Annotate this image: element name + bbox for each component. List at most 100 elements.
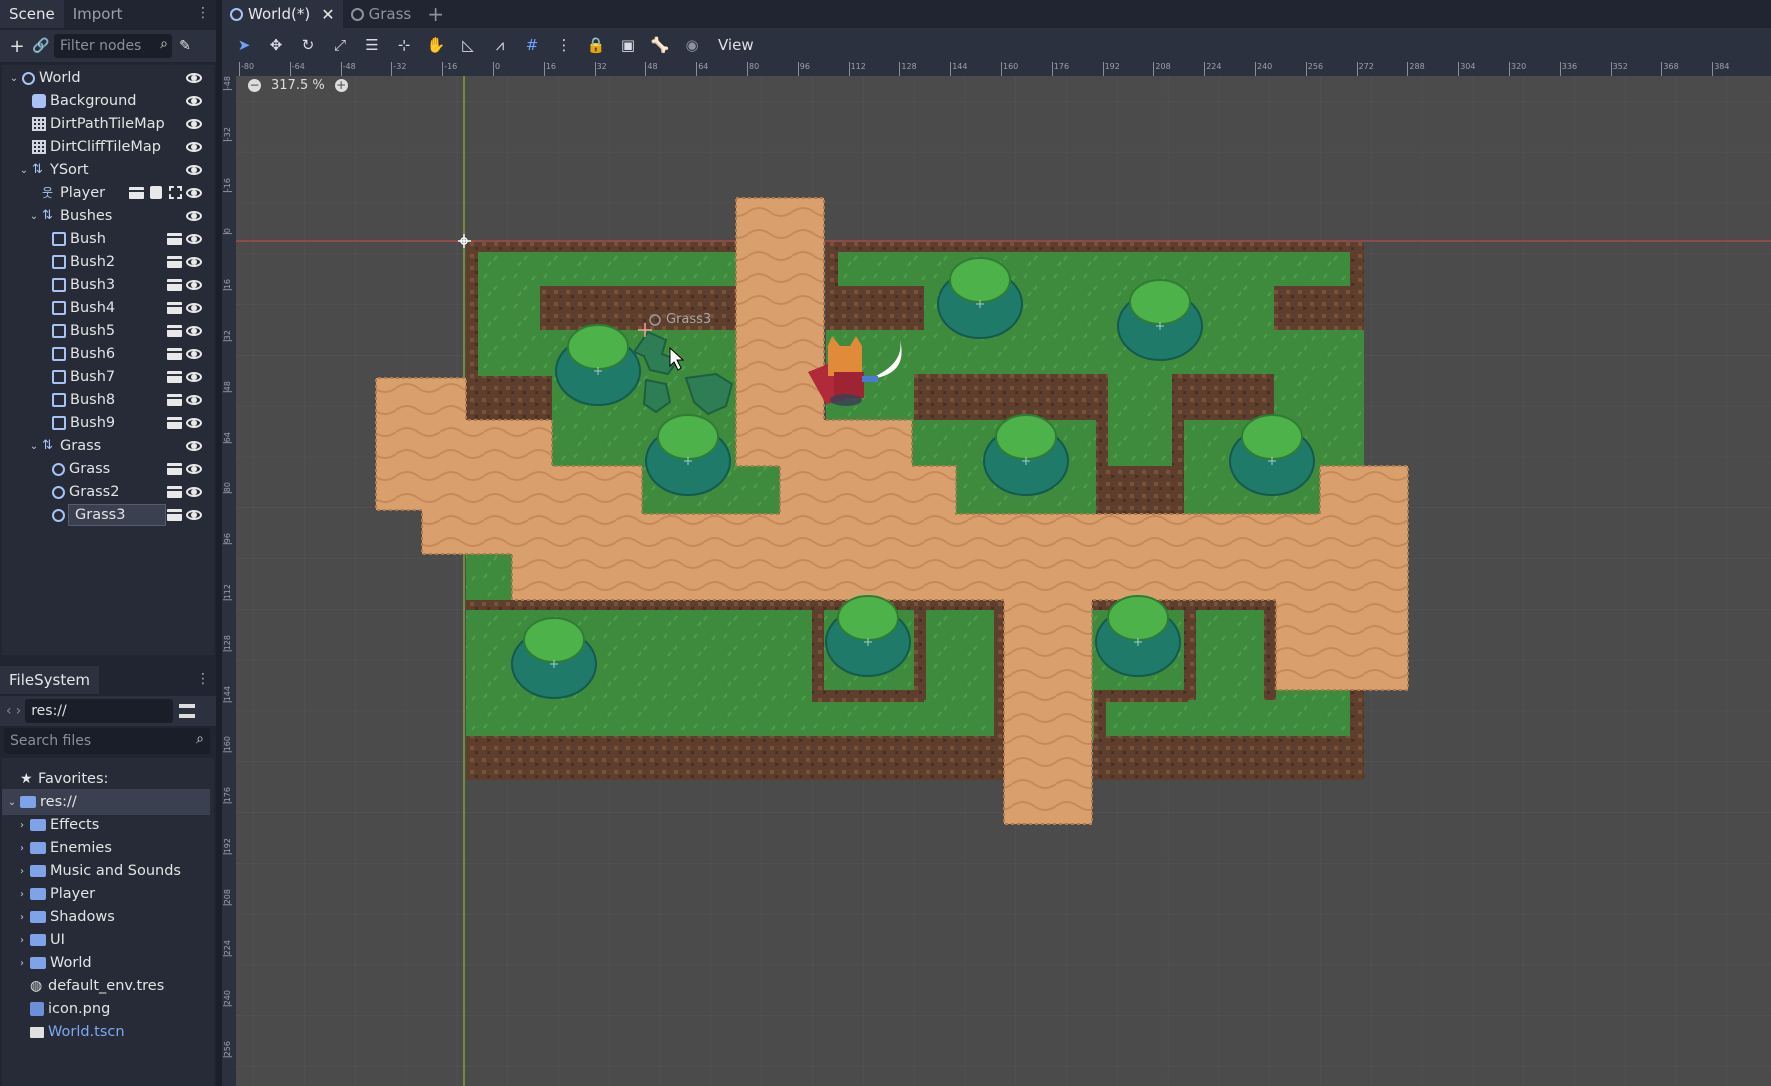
visibility-eye-icon[interactable] [186,464,202,474]
instance-icon[interactable] [167,371,182,383]
visibility-eye-icon[interactable] [186,119,202,129]
staticbody-icon [52,324,66,338]
expand-caret-icon[interactable]: ⌄ [28,441,40,452]
filter-nodes-input[interactable]: Filter nodes ⌕ [54,34,172,58]
ruler-label: 256 [223,1041,232,1058]
ruler-label: 16 [223,279,232,291]
visibility-eye-icon[interactable] [186,349,202,359]
visibility-eye-icon[interactable] [186,96,202,106]
snap-options-icon[interactable]: ⋮ [550,31,578,59]
instance-icon[interactable] [167,394,182,406]
expand-caret-icon[interactable]: › [16,889,28,900]
link-icon[interactable]: 🔗 [30,35,52,57]
view-menu[interactable]: View [710,36,762,54]
instance-icon[interactable] [167,256,182,268]
scene-tree-item-label: YSort [50,162,89,178]
ruler-label: 112 [850,62,866,71]
group-icon[interactable]: ▣ [614,31,642,59]
instance-icon[interactable] [167,463,182,475]
visibility-eye-icon[interactable] [186,188,202,198]
tab-filesystem[interactable]: FileSystem [0,666,100,694]
file-tree-item[interactable]: World.tscn [2,1019,214,1045]
ruler-label: 320 [1511,62,1527,71]
scene-tab-world[interactable]: World(*) ✕ [222,0,343,28]
split-mode-icon[interactable] [179,704,196,718]
new-tab-icon[interactable]: + [427,2,444,26]
folder-icon [30,842,46,854]
rotate-tool-icon[interactable]: ↻ [294,31,322,59]
instance-icon[interactable] [167,486,182,498]
expand-caret-icon[interactable]: › [16,912,28,923]
lock-icon[interactable]: 🔒 [582,31,610,59]
ruler-tool-icon[interactable]: ◺ [454,31,482,59]
visibility-eye-icon[interactable] [186,165,202,175]
close-icon[interactable]: ✕ [321,5,334,24]
expand-caret-icon[interactable]: ⌄ [28,211,40,222]
expand-caret-icon[interactable]: › [16,843,28,854]
scale-tool-icon[interactable]: ⤢ [326,31,354,59]
expand-caret-icon[interactable]: › [16,935,28,946]
ruler-label: 224 [1206,62,1222,71]
expand-caret-icon[interactable]: ⌄ [6,797,18,808]
script-icon[interactable] [150,186,162,199]
forward-icon[interactable]: › [16,703,22,719]
visibility-eye-icon[interactable] [186,257,202,267]
zoom-level[interactable]: 317.5 % [271,78,325,93]
grid-snap-icon[interactable]: # [518,31,546,59]
visibility-eye-icon[interactable] [186,142,202,152]
viewport[interactable]: Grass3 − 317.5 % + [236,76,1771,1086]
visibility-eye-icon[interactable] [186,487,202,497]
instance-icon[interactable] [129,187,144,199]
scene-tree-item-label: Grass [60,438,102,454]
file-tree-item-label: Music and Sounds [50,863,181,879]
instance-icon[interactable] [167,233,182,245]
visibility-eye-icon[interactable] [186,73,202,83]
visibility-eye-icon[interactable] [186,372,202,382]
visibility-eye-icon[interactable] [186,303,202,313]
visibility-eye-icon[interactable] [186,280,202,290]
instance-icon[interactable] [167,417,182,429]
expand-caret-icon[interactable]: › [16,866,28,877]
select-tool-icon[interactable]: ➤ [230,31,258,59]
search-files-input[interactable]: Search files ⌕ [4,728,210,754]
expand-caret-icon[interactable]: ⌄ [8,73,20,84]
pan-tool-icon[interactable]: ✋ [422,31,450,59]
path-field[interactable]: res:// [25,699,174,723]
skeleton-icon[interactable]: 🦴 [646,31,674,59]
instance-icon[interactable] [167,302,182,314]
visibility-eye-icon[interactable] [186,441,202,451]
smart-snap-icon[interactable]: ⩘ [486,31,514,59]
visibility-eye-icon[interactable] [186,510,202,520]
visibility-eye-icon[interactable] [186,234,202,244]
add-node-icon[interactable]: + [6,35,28,57]
visibility-eye-icon[interactable] [186,395,202,405]
instance-icon[interactable] [167,348,182,360]
expand-caret-icon[interactable]: › [16,820,28,831]
visibility-eye-icon[interactable] [186,326,202,336]
staticbody-icon [52,370,66,384]
scene-tab-grass[interactable]: Grass [343,0,420,28]
scene-tree-item[interactable]: Grass3 [2,502,214,528]
group-icon[interactable] [169,186,182,199]
tab-scene[interactable]: Scene [0,0,64,28]
dock-menu-icon[interactable]: ⋮ [196,671,210,687]
visibility-eye-icon[interactable] [186,418,202,428]
scene-tree-item-label: DirtCliffTileMap [50,139,162,155]
tab-import[interactable]: Import [64,0,132,28]
expand-caret-icon[interactable]: › [16,958,28,969]
instance-icon[interactable] [167,509,182,521]
zoom-in-icon[interactable]: + [334,78,348,92]
instance-icon[interactable] [167,279,182,291]
zoom-out-icon[interactable]: − [248,78,261,92]
expand-caret-icon[interactable]: ⌄ [18,165,30,176]
script-add-icon[interactable]: ✎ [174,35,196,57]
back-icon[interactable]: ‹ [6,703,12,719]
move-tool-icon[interactable]: ✥ [262,31,290,59]
camera-icon[interactable]: ◉ [678,31,706,59]
ruler-label: 48 [223,380,232,392]
pivot-tool-icon[interactable]: ⊹ [390,31,418,59]
dock-menu-icon[interactable]: ⋮ [196,5,210,21]
list-select-icon[interactable]: ☰ [358,31,386,59]
instance-icon[interactable] [167,325,182,337]
visibility-eye-icon[interactable] [186,211,202,221]
